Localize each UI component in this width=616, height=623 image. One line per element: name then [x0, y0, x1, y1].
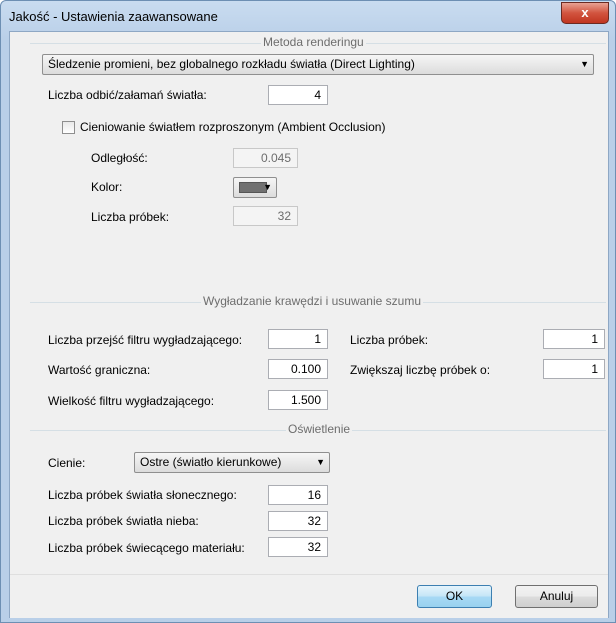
sky-samples-label: Liczba próbek światła nieba:: [48, 514, 199, 528]
dialog-body: Metoda renderingu Śledzenie promieni, be…: [9, 31, 609, 618]
increase-samples-label: Zwiększaj liczbę próbek o:: [350, 363, 491, 377]
aa-samples-label: Liczba próbek:: [350, 333, 429, 347]
filter-size-label: Wielkość filtru wygładzającego:: [48, 394, 215, 408]
antialiasing-group-title: Wygładzanie krawędzi i usuwanie szumu: [201, 294, 423, 308]
render-method-select[interactable]: Śledzenie promieni, bez globalnego rozkł…: [42, 54, 594, 75]
rendering-group-title: Metoda renderingu: [261, 35, 366, 49]
ok-button[interactable]: OK: [417, 585, 492, 608]
emissive-samples-input[interactable]: 32: [268, 537, 328, 557]
render-method-value: Śledzenie promieni, bez globalnego rozkł…: [48, 57, 415, 71]
title-bar[interactable]: Jakość - Ustawienia zaawansowane x: [1, 1, 615, 31]
sun-samples-label: Liczba próbek światła słonecznego:: [48, 488, 237, 502]
ambient-occlusion-checkbox[interactable]: [62, 121, 75, 134]
ao-samples-input[interactable]: 32: [233, 206, 298, 226]
dialog-window: Jakość - Ustawienia zaawansowane x Metod…: [0, 0, 616, 623]
chevron-down-icon: ▼: [316, 457, 325, 467]
ao-distance-label: Odległość:: [91, 151, 148, 165]
window-title: Jakość - Ustawienia zaawansowane: [9, 9, 218, 24]
sky-samples-input[interactable]: 32: [268, 511, 328, 531]
filter-passes-label: Liczba przejść filtru wygładzającego:: [48, 333, 243, 347]
shadows-select[interactable]: Ostre (światło kierunkowe) ▼: [134, 452, 330, 473]
ao-samples-label: Liczba próbek:: [91, 210, 170, 224]
filter-passes-input[interactable]: 1: [268, 329, 328, 349]
chevron-down-icon: ▼: [263, 182, 272, 192]
ao-color-label: Kolor:: [91, 180, 123, 194]
lighting-group-title: Oświetlenie: [286, 422, 353, 436]
emissive-samples-label: Liczba próbek świecącego materiału:: [48, 541, 245, 555]
bounces-label: Liczba odbić/załamań światła:: [48, 88, 207, 102]
bounces-input[interactable]: 4: [268, 85, 328, 105]
cancel-button[interactable]: Anuluj: [515, 585, 598, 608]
ao-color-picker[interactable]: ▼: [233, 177, 277, 198]
ao-distance-input[interactable]: 0.045: [233, 148, 298, 168]
shadows-label: Cienie:: [48, 456, 86, 470]
aa-samples-input[interactable]: 1: [543, 329, 605, 349]
close-button[interactable]: x: [561, 2, 609, 24]
close-icon: x: [581, 5, 589, 20]
sun-samples-input[interactable]: 16: [268, 485, 328, 505]
threshold-input[interactable]: 0.100: [268, 359, 328, 379]
chevron-down-icon: ▼: [580, 59, 589, 69]
button-bar: OK Anuluj: [10, 574, 608, 618]
increase-samples-input[interactable]: 1: [543, 359, 605, 379]
ambient-occlusion-label[interactable]: Cieniowanie światłem rozproszonym (Ambie…: [80, 119, 385, 135]
threshold-label: Wartość graniczna:: [48, 363, 151, 377]
filter-size-input[interactable]: 1.500: [268, 390, 328, 410]
shadows-value: Ostre (światło kierunkowe): [140, 455, 282, 469]
